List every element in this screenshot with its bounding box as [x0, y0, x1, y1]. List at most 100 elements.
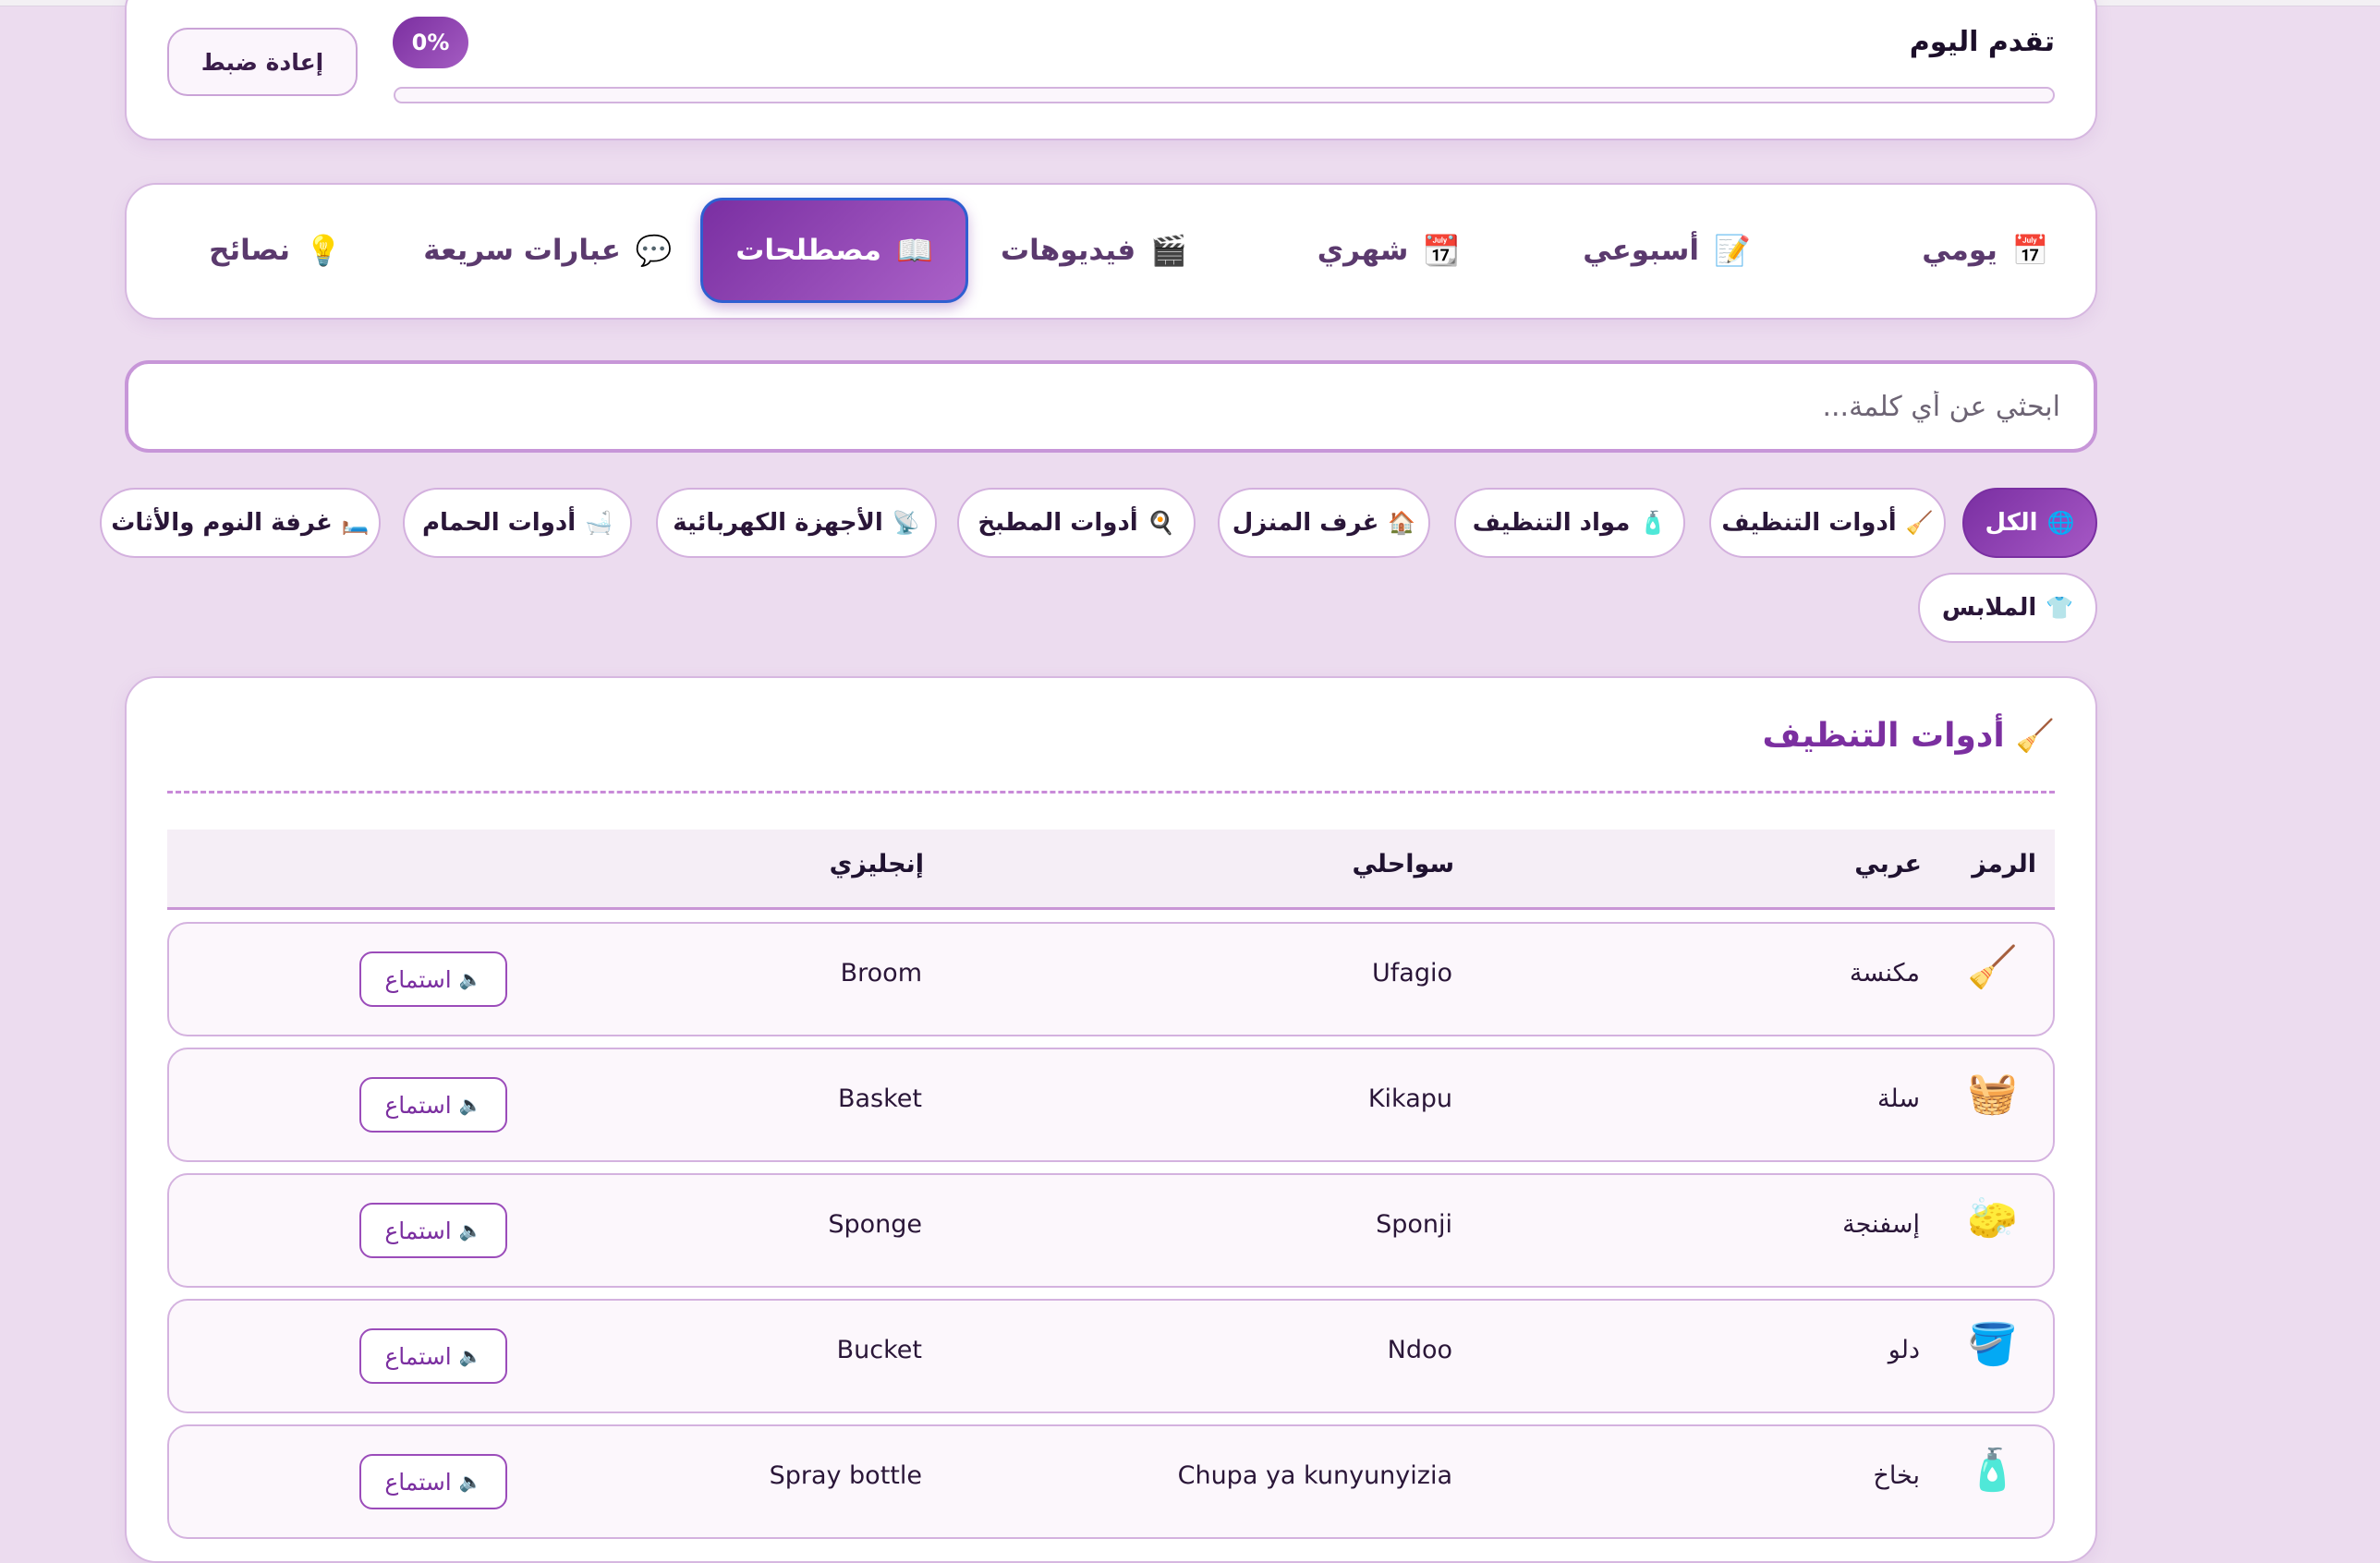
- lotion-bottle-icon: 🧴: [1639, 510, 1668, 536]
- category-chip-cleaning-supplies[interactable]: 🧴 مواد التنظيف: [1454, 488, 1685, 558]
- cell-swahili: Ndoo: [1387, 1336, 1452, 1364]
- cell-arabic: مكنسة: [1849, 959, 1920, 987]
- listen-label: استماع: [384, 1217, 452, 1244]
- cell-arabic: بخاخ: [1873, 1461, 1920, 1490]
- category-chip-bedroom-furniture[interactable]: 🛏️ غرفة النوم والأثاث: [100, 488, 381, 558]
- search-input[interactable]: [125, 360, 2097, 453]
- listen-label: استماع: [384, 1468, 452, 1496]
- progress-percent-badge: 0%: [393, 17, 468, 68]
- chip-label: أدوات التنظيف: [1721, 509, 1897, 537]
- clapper-icon: 🎬: [1150, 233, 1188, 268]
- tab-daily[interactable]: 📅 يومي: [1912, 198, 2058, 303]
- column-header-symbol: الرمز: [1972, 850, 2036, 878]
- listen-button[interactable]: 🔈 استماع: [359, 1454, 507, 1509]
- main-tabs: 📅 يومي 📝 أسبوعي 📆 شهري 🎬 فيديوهات 📖 مصطل…: [125, 183, 2097, 320]
- tab-monthly[interactable]: 📆 شهري: [1310, 198, 1467, 303]
- cell-swahili: Kikapu: [1367, 1084, 1452, 1113]
- category-chip-bathroom-tools[interactable]: 🛁 أدوات الحمام: [403, 488, 632, 558]
- tab-label: أسبوعي: [1583, 234, 1699, 267]
- listen-label: استماع: [384, 1342, 452, 1370]
- tab-label: شهري: [1317, 234, 1409, 267]
- table-row: 🪣 دلو Ndoo Bucket 🔈 استماع: [167, 1299, 2055, 1413]
- category-chip-house-rooms[interactable]: 🏠 غرف المنزل: [1218, 488, 1430, 558]
- cell-english: Broom: [840, 959, 922, 987]
- cell-swahili: Ufagio: [1372, 959, 1452, 987]
- tab-label: مصطلحات: [735, 234, 881, 267]
- bathtub-icon: 🛁: [585, 510, 613, 536]
- cell-swahili: Chupa ya kunyunyizia: [1177, 1461, 1452, 1490]
- chip-label: أدوات الحمام: [421, 509, 577, 537]
- progress-bar: [394, 87, 2055, 103]
- speaker-icon: 🔈: [458, 1471, 482, 1493]
- cell-english: Basket: [837, 1084, 922, 1113]
- tab-label: يومي: [1922, 234, 1998, 267]
- category-chip-kitchen-tools[interactable]: 🍳 أدوات المطبخ: [957, 488, 1196, 558]
- chip-label: غرفة النوم والأثاث: [111, 509, 333, 537]
- listen-label: استماع: [384, 965, 452, 993]
- listen-button[interactable]: 🔈 استماع: [359, 1328, 507, 1384]
- category-chip-cleaning-tools[interactable]: 🧹 أدوات التنظيف: [1709, 488, 1946, 558]
- category-chip-appliances[interactable]: 📡 الأجهزة الكهربائية: [656, 488, 937, 558]
- basket-icon: 🧺: [1967, 1070, 2018, 1117]
- bucket-icon: 🪣: [1967, 1321, 2018, 1368]
- tab-videos[interactable]: 🎬 فيديوهات: [983, 198, 1205, 303]
- category-chip-all[interactable]: 🌐 الكل: [1962, 488, 2097, 558]
- tab-terms[interactable]: 📖 مصطلحات: [700, 198, 968, 303]
- book-icon: 📖: [895, 233, 933, 268]
- chip-label: الكل: [1985, 509, 2038, 537]
- cell-english: Spray bottle: [769, 1461, 922, 1490]
- chip-label: غرف المنزل: [1232, 509, 1379, 537]
- table-row: 🧽 إسفنجة Sponji Sponge 🔈 استماع: [167, 1173, 2055, 1288]
- broom-icon: 🧹: [1967, 944, 2018, 991]
- calendar-icon: 📅: [2011, 233, 2049, 268]
- section-title-text: أدوات التنظيف: [1762, 717, 2005, 755]
- speaker-icon: 🔈: [458, 1345, 482, 1367]
- cell-english: Sponge: [828, 1210, 922, 1239]
- speaker-icon: 🔈: [458, 1219, 482, 1242]
- listen-button[interactable]: 🔈 استماع: [359, 1077, 507, 1133]
- bed-icon: 🛏️: [341, 510, 370, 536]
- tab-label: فيديوهات: [1000, 234, 1136, 267]
- broom-icon: 🧹: [2015, 717, 2055, 755]
- terms-section-card: 🧹 أدوات التنظيف الرمز عربي سواحلي إنجليز…: [125, 676, 2097, 1563]
- sponge-icon: 🧽: [1967, 1195, 2018, 1242]
- column-header-arabic: عربي: [1854, 850, 1922, 878]
- table-header: الرمز عربي سواحلي إنجليزي: [167, 830, 2055, 910]
- tab-weekly[interactable]: 📝 أسبوعي: [1574, 198, 1759, 303]
- chip-label: الأجهزة الكهربائية: [673, 509, 883, 537]
- speaker-icon: 🔈: [458, 1094, 482, 1116]
- category-chip-clothes[interactable]: 👕 الملابس: [1918, 573, 2097, 643]
- tab-label: عبارات سريعة: [423, 234, 621, 267]
- house-icon: 🏠: [1388, 510, 1416, 536]
- chip-label: أدوات المطبخ: [978, 509, 1138, 537]
- tab-tips[interactable]: 💡 نصائح: [192, 198, 358, 303]
- chip-label: مواد التنظيف: [1472, 509, 1631, 537]
- listen-button[interactable]: 🔈 استماع: [359, 1203, 507, 1258]
- listen-button[interactable]: 🔈 استماع: [359, 951, 507, 1007]
- satellite-icon: 📡: [892, 510, 920, 536]
- column-header-swahili: سواحلي: [1352, 850, 1454, 878]
- chip-label: الملابس: [1941, 594, 2037, 622]
- tab-quick-phrases[interactable]: 💬 عبارات سريعة: [423, 198, 673, 303]
- notepad-icon: 📝: [1713, 233, 1751, 268]
- section-title: 🧹 أدوات التنظيف: [1763, 717, 2055, 755]
- cell-english: Bucket: [836, 1336, 922, 1364]
- cell-arabic: إسفنجة: [1842, 1210, 1920, 1239]
- reset-button[interactable]: إعادة ضبط: [167, 28, 358, 96]
- section-divider: [167, 791, 2055, 794]
- spray-bottle-icon: 🧴: [1967, 1447, 2018, 1494]
- cell-arabic: سلة: [1876, 1084, 1920, 1113]
- tab-label: نصائح: [209, 234, 290, 267]
- listen-label: استماع: [384, 1091, 452, 1119]
- progress-title: تقدم اليوم: [1909, 26, 2055, 58]
- lightbulb-icon: 💡: [304, 233, 342, 268]
- calendar-month-icon: 📆: [1423, 233, 1461, 268]
- speech-bubble-icon: 💬: [635, 233, 673, 268]
- shirt-icon: 👕: [2046, 595, 2074, 621]
- cell-swahili: Sponji: [1376, 1210, 1452, 1239]
- table-row: 🧹 مكنسة Ufagio Broom 🔈 استماع: [167, 922, 2055, 1036]
- column-header-english: إنجليزي: [829, 850, 924, 878]
- table-row: 🧺 سلة Kikapu Basket 🔈 استماع: [167, 1048, 2055, 1162]
- globe-icon: 🌐: [2046, 510, 2075, 536]
- speaker-icon: 🔈: [458, 968, 482, 990]
